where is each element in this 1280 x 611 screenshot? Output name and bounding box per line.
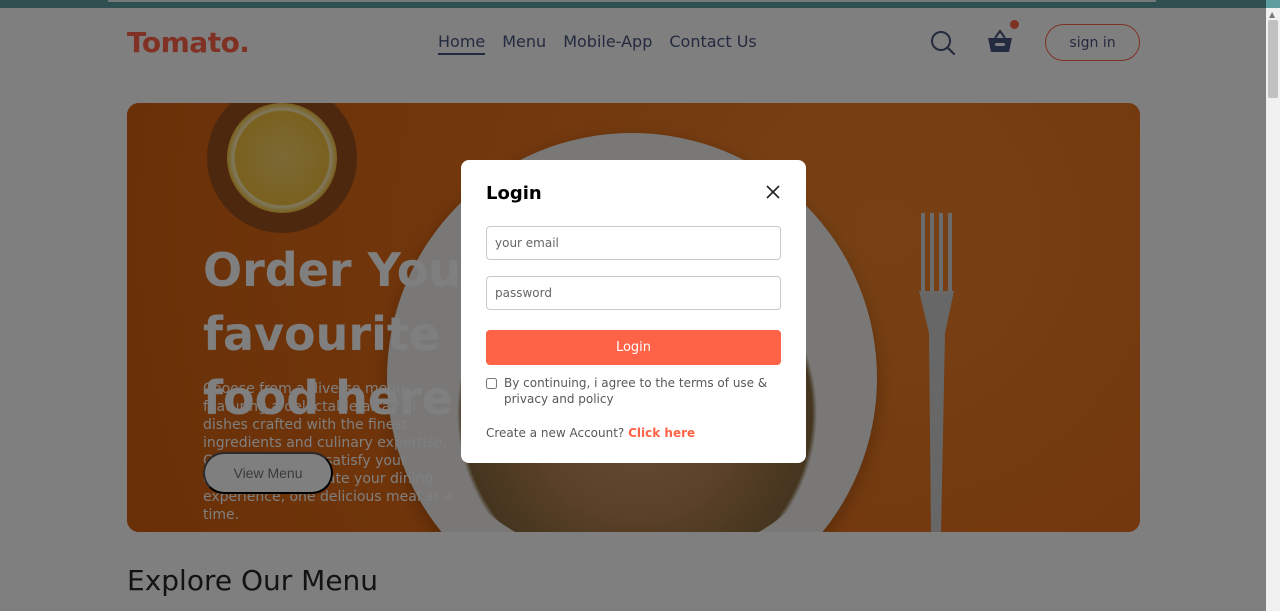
scrollbar-thumb[interactable] (1268, 20, 1278, 98)
terms-checkbox[interactable] (486, 378, 497, 389)
login-modal-title: Login (486, 183, 542, 204)
login-modal: Login Login By continuing, i agree to th… (461, 160, 806, 463)
close-icon[interactable] (766, 185, 780, 199)
terms-consent-text: By continuing, i agree to the terms of u… (504, 376, 768, 406)
create-account-link[interactable]: Click here (628, 426, 695, 440)
page-scrollbar[interactable] (1266, 8, 1280, 611)
scroll-up-arrow-icon[interactable]: ▲ (1269, 10, 1275, 19)
create-account-prompt: Create a new Account? Click here (486, 426, 695, 440)
email-field[interactable] (486, 226, 781, 260)
login-submit-button[interactable]: Login (486, 330, 781, 365)
terms-consent: By continuing, i agree to the terms of u… (486, 375, 776, 407)
password-field[interactable] (486, 276, 781, 310)
create-account-text: Create a new Account? (486, 426, 625, 440)
